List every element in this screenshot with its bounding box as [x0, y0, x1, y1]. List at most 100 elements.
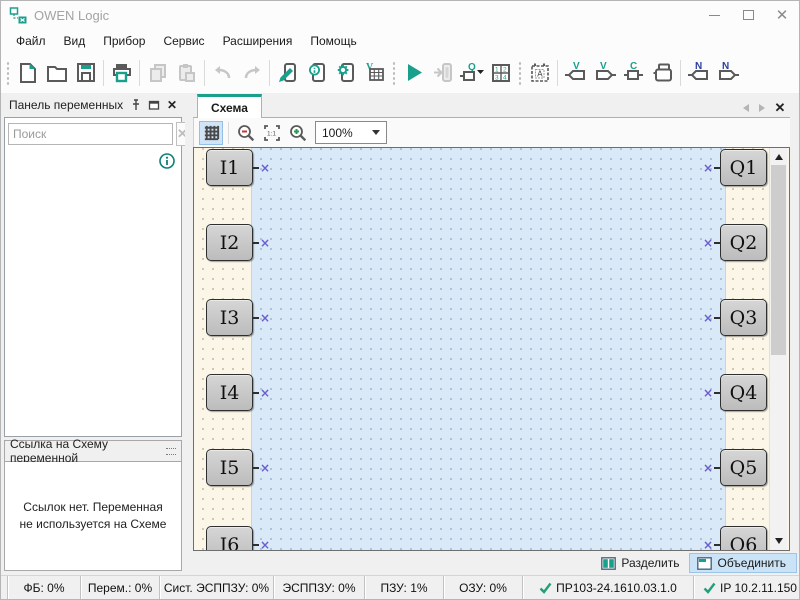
tab-scroll-left-icon[interactable] [738, 99, 754, 117]
upload-to-device-button[interactable] [428, 58, 457, 88]
menu-help[interactable]: Помощь [301, 31, 365, 51]
connection-point-icon[interactable]: × [259, 539, 271, 551]
output-block[interactable]: Q2 [720, 224, 767, 261]
print-button[interactable] [107, 58, 136, 88]
schema-canvas[interactable]: I1 × I2 × I3 × I4 × I5 × I6 × × Q1 × Q2 × Q3 × Q4 × Q5 × Q6 [193, 147, 790, 551]
variables-list-empty-area[interactable] [5, 173, 181, 436]
toolbar-drag-handle[interactable] [518, 61, 522, 85]
connection-point-icon[interactable]: × [702, 387, 714, 399]
tab-close-icon[interactable]: ✕ [770, 99, 790, 117]
values-format-button[interactable]: 1234 [486, 58, 515, 88]
io-row-output: × Q1 [702, 149, 767, 186]
copy-button[interactable] [143, 58, 172, 88]
input-block[interactable]: I2 [206, 224, 253, 261]
menu-device[interactable]: Прибор [94, 31, 154, 51]
device-io-button[interactable] [648, 58, 677, 88]
chevron-down-icon [372, 130, 380, 139]
menu-extensions[interactable]: Расширения [214, 31, 302, 51]
connection-point-icon[interactable]: × [702, 162, 714, 174]
input-block[interactable]: I4 [206, 374, 253, 411]
online-edit-button[interactable] [273, 58, 302, 88]
output-block-menu-button[interactable]: Q [457, 58, 486, 88]
panel-close-icon[interactable]: ✕ [163, 96, 181, 114]
io-row-input: I3 × [206, 299, 271, 336]
menu-file[interactable]: Файл [7, 31, 55, 51]
redo-button[interactable] [237, 58, 266, 88]
network-input-button[interactable]: N [684, 58, 713, 88]
open-project-button[interactable] [42, 58, 71, 88]
canvas-scrollbar[interactable] [769, 148, 787, 550]
zoom-level-select[interactable]: 100% [315, 121, 387, 144]
info-icon[interactable] [158, 152, 176, 173]
pencil-device-icon [276, 61, 300, 85]
output-block[interactable]: Q4 [720, 374, 767, 411]
output-block[interactable]: Q3 [720, 299, 767, 336]
pin-icon[interactable] [127, 96, 145, 114]
device-settings-button[interactable] [331, 58, 360, 88]
schedule-button[interactable]: A [525, 58, 554, 88]
open-folder-icon [45, 61, 69, 85]
split-view-button[interactable]: Разделить [594, 553, 689, 573]
maximize-button[interactable] [731, 2, 765, 28]
run-simulation-button[interactable] [399, 58, 428, 88]
status-cell: ФБ: 0% [7, 576, 81, 599]
connection-point-icon[interactable]: × [259, 312, 271, 324]
reference-panel-grip[interactable] [166, 448, 176, 455]
constant-block-button[interactable]: C [619, 58, 648, 88]
save-project-button[interactable] [71, 58, 100, 88]
save-icon [74, 61, 98, 85]
variables-table-button[interactable]: V [360, 58, 389, 88]
merge-view-button[interactable]: Объединить [689, 553, 797, 573]
connection-point-icon[interactable]: × [259, 462, 271, 474]
paste-button[interactable] [172, 58, 201, 88]
schema-grid-area[interactable] [251, 148, 726, 550]
device-information-button[interactable] [302, 58, 331, 88]
zoom-in-button[interactable] [286, 121, 310, 145]
output-block[interactable]: Q6 [720, 526, 767, 551]
undo-button[interactable] [208, 58, 237, 88]
new-project-button[interactable] [13, 58, 42, 88]
zoom-out-button[interactable] [234, 121, 258, 145]
menu-service[interactable]: Сервис [154, 31, 213, 51]
input-block[interactable]: I1 [206, 149, 253, 186]
toolbar-drag-handle[interactable] [6, 61, 10, 85]
output-block[interactable]: Q1 [720, 149, 767, 186]
output-variable-button[interactable]: V [590, 58, 619, 88]
panel-splitter[interactable] [185, 93, 193, 575]
input-block[interactable]: I3 [206, 299, 253, 336]
menu-view[interactable]: Вид [55, 31, 95, 51]
svg-text:4: 4 [503, 75, 507, 82]
status-cell: ПР103-24.1610.03.1.0 [523, 576, 694, 599]
scroll-up-icon[interactable] [770, 148, 787, 165]
svg-text:3: 3 [495, 75, 499, 82]
connection-point-icon[interactable]: × [702, 539, 714, 551]
reference-empty-text: Ссылок нет. Переменная не используется н… [15, 499, 171, 534]
io-row-input: I6 × [206, 526, 271, 551]
input-block[interactable]: I5 [206, 449, 253, 486]
connection-point-icon[interactable]: × [702, 237, 714, 249]
input-variable-button[interactable]: V [561, 58, 590, 88]
connection-point-icon[interactable]: × [259, 162, 271, 174]
tab-scroll-right-icon[interactable] [754, 99, 770, 117]
network-output-button[interactable]: N [713, 58, 742, 88]
output-block[interactable]: Q5 [720, 449, 767, 486]
connection-point-icon[interactable]: × [702, 462, 714, 474]
zoom-reset-button[interactable]: 1:1 [260, 121, 284, 145]
connection-point-icon[interactable]: × [259, 387, 271, 399]
float-window-icon[interactable] [145, 96, 163, 114]
toolbar-drag-handle[interactable] [392, 61, 396, 85]
status-cell-label: Сист. ЭСППЗУ: 0% [164, 581, 269, 595]
connection-point-icon[interactable]: × [259, 237, 271, 249]
connection-point-icon[interactable]: × [702, 312, 714, 324]
io-row-output: × Q3 [702, 299, 767, 336]
tab-schema[interactable]: Схема [197, 94, 262, 118]
minimize-button[interactable] [697, 2, 731, 28]
scroll-down-icon[interactable] [770, 533, 787, 550]
toggle-grid-button[interactable] [199, 121, 223, 145]
check-icon [703, 582, 716, 594]
scrollbar-thumb[interactable] [771, 165, 786, 355]
close-button[interactable]: ✕ [765, 2, 799, 28]
search-input[interactable] [8, 123, 173, 145]
io-row-input: I1 × [206, 149, 271, 186]
input-block[interactable]: I6 [206, 526, 253, 551]
